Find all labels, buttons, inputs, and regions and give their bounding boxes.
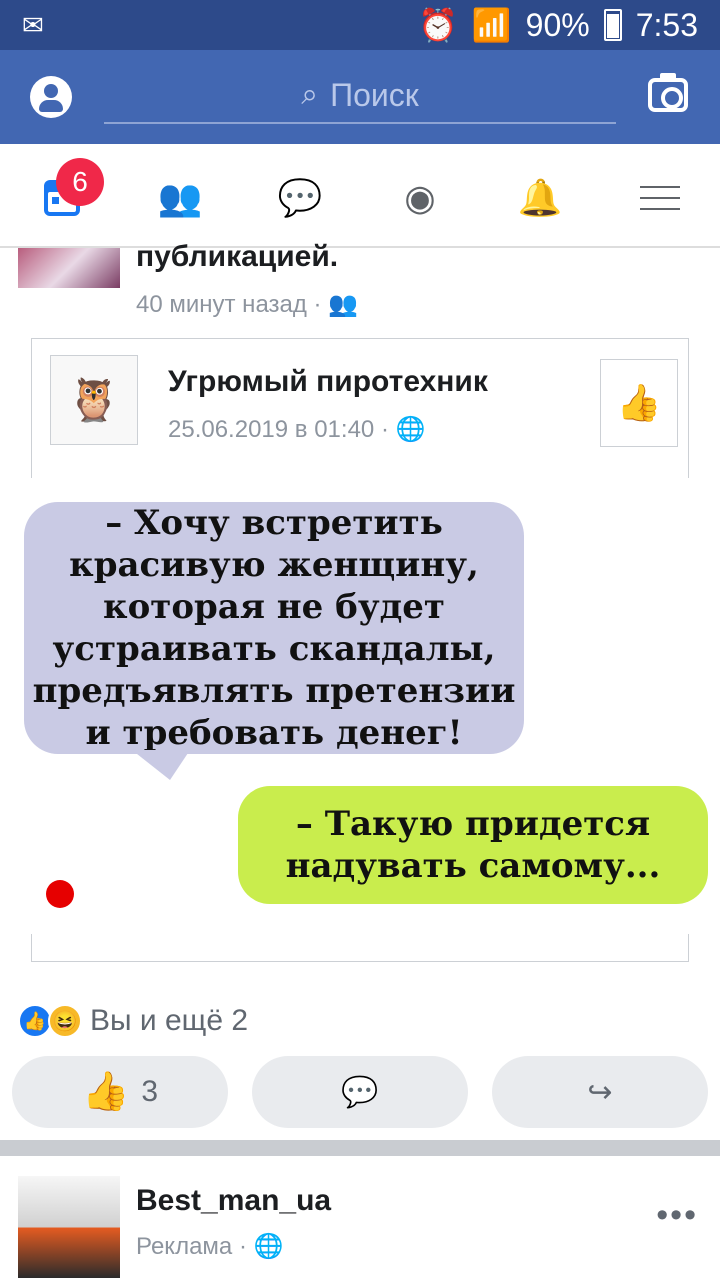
navigation-bar: 👥 💬 ◉ 🔔 [0,144,720,248]
ad-meta: Реклама · 🌐 [136,1232,284,1261]
comment-button[interactable]: 💬 [252,1056,468,1128]
profile-icon[interactable] [30,76,72,118]
page-name[interactable]: Угрюмый пиротехник [168,365,488,399]
like-reaction-icon: 👍 [18,1004,52,1038]
separator-dot: · [313,291,329,318]
ad-card[interactable]: Best_man_ua Реклама · 🌐 ••• [0,1156,720,1280]
camera-icon[interactable] [648,73,688,112]
green-speech-bubble: – Такую придется надувать самому... [238,786,708,904]
top-bar: ⌕ Поиск [0,50,720,144]
post-time: 40 минут назад [136,291,307,318]
nav-menu[interactable] [630,174,690,222]
share-icon: ↪ [587,1075,613,1109]
share-button[interactable]: ↪ [492,1056,708,1128]
share-text: публикацией. [136,240,339,273]
comment-icon: 💬 [341,1075,379,1109]
notifications-badge: 6 [56,158,104,206]
friends-icon: 👥 [157,177,203,218]
like-page-button[interactable]: 👍 [600,359,678,447]
nav-groups[interactable]: ◉ [390,174,450,222]
battery-percent: 90% [525,6,590,43]
ad-label: Реклама [136,1233,233,1260]
reactions-text: Вы и ещё 2 [90,1004,249,1037]
search-icon: ⌕ [301,78,319,111]
search-placeholder: Поиск [330,76,419,113]
ad-avatar[interactable] [18,1176,120,1278]
search-input[interactable]: ⌕ Поиск [104,68,616,124]
signal-icon: 📶 [471,7,512,43]
friends-audience-icon: 👥 [328,291,359,318]
nav-messenger[interactable]: 💬 [270,174,330,222]
ad-name[interactable]: Best_man_ua [136,1184,331,1218]
page-date: 25.06.2019 в 01:40 [168,416,375,443]
post-actions: 👍 3 💬 ↪ [12,1056,708,1128]
like-count: 3 [141,1075,158,1108]
thumb-up-icon: 👍 [616,382,662,423]
section-divider [0,1140,720,1156]
menu-icon [640,177,680,219]
page-avatar[interactable]: 🦉 [50,355,138,445]
post-meta: 40 минут назад · 👥 [136,290,358,319]
groups-icon: ◉ [404,177,436,218]
red-dot [46,880,74,908]
separator-dot: · [238,1233,254,1260]
page-meta: 25.06.2019 в 01:40 · 🌐 [168,415,426,444]
meme-image[interactable]: – Хочу встретить красивую женщину, котор… [0,478,720,934]
poster-avatar[interactable] [18,248,120,288]
alarm-icon: ⏰ [417,7,458,43]
clock: 7:53 [635,6,698,43]
haha-reaction-icon: 😆 [48,1004,82,1038]
nav-friends[interactable]: 👥 [150,174,210,222]
reactions-summary[interactable]: 👍 😆 Вы и ещё 2 [18,1004,248,1038]
messenger-icon: 💬 [277,177,323,218]
globe-icon: 🌐 [253,1233,284,1260]
status-bar: ✉ ⏰ 📶 90% 7:53 [0,0,720,50]
bell-icon: 🔔 [517,177,563,218]
thumb-up-icon: 👍 [81,1071,130,1113]
separator-dot: · [380,416,396,443]
nav-notifications[interactable]: 🔔 [510,174,570,222]
like-button[interactable]: 👍 3 [12,1056,228,1128]
mail-notification-icon: ✉ [22,10,44,40]
blue-speech-bubble: – Хочу встретить красивую женщину, котор… [24,502,524,780]
globe-icon: 🌐 [395,416,426,443]
status-icons: ⏰ 📶 90% 7:53 [418,6,698,44]
battery-icon [603,9,622,41]
more-options-button[interactable]: ••• [656,1196,698,1235]
